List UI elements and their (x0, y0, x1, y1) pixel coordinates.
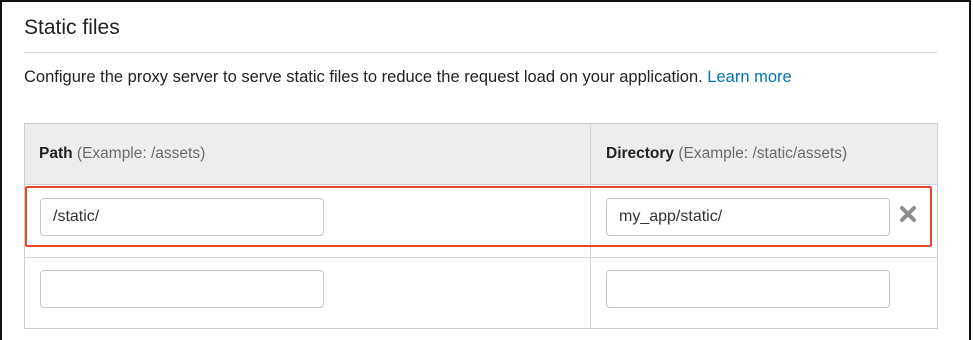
directory-input[interactable] (606, 270, 890, 308)
directory-input[interactable] (606, 198, 890, 236)
static-files-table: Path (Example: /assets) Directory (Examp… (24, 123, 938, 329)
column-header-path-name: Path (39, 145, 73, 162)
section-description: Configure the proxy server to serve stat… (24, 68, 792, 87)
column-header-path: Path (Example: /assets) (39, 145, 205, 163)
table-header: Path (Example: /assets) Directory (Examp… (25, 124, 937, 185)
description-text: Configure the proxy server to serve stat… (24, 68, 703, 86)
table-row (25, 185, 937, 258)
section-title: Static files (24, 16, 120, 39)
learn-more-link[interactable]: Learn more (707, 68, 791, 86)
column-header-directory-name: Directory (606, 145, 675, 162)
column-header-path-hint: (Example: /assets) (76, 145, 206, 162)
static-files-panel: Static files Configure the proxy server … (0, 0, 971, 340)
title-divider (24, 52, 937, 53)
path-input[interactable] (40, 270, 324, 308)
column-header-directory: Directory (Example: /static/assets) (606, 145, 847, 163)
path-input[interactable] (40, 198, 324, 236)
column-divider (590, 124, 591, 328)
column-header-directory-hint: (Example: /static/assets) (678, 145, 848, 162)
close-x-icon[interactable] (898, 204, 918, 224)
table-row (25, 258, 937, 330)
